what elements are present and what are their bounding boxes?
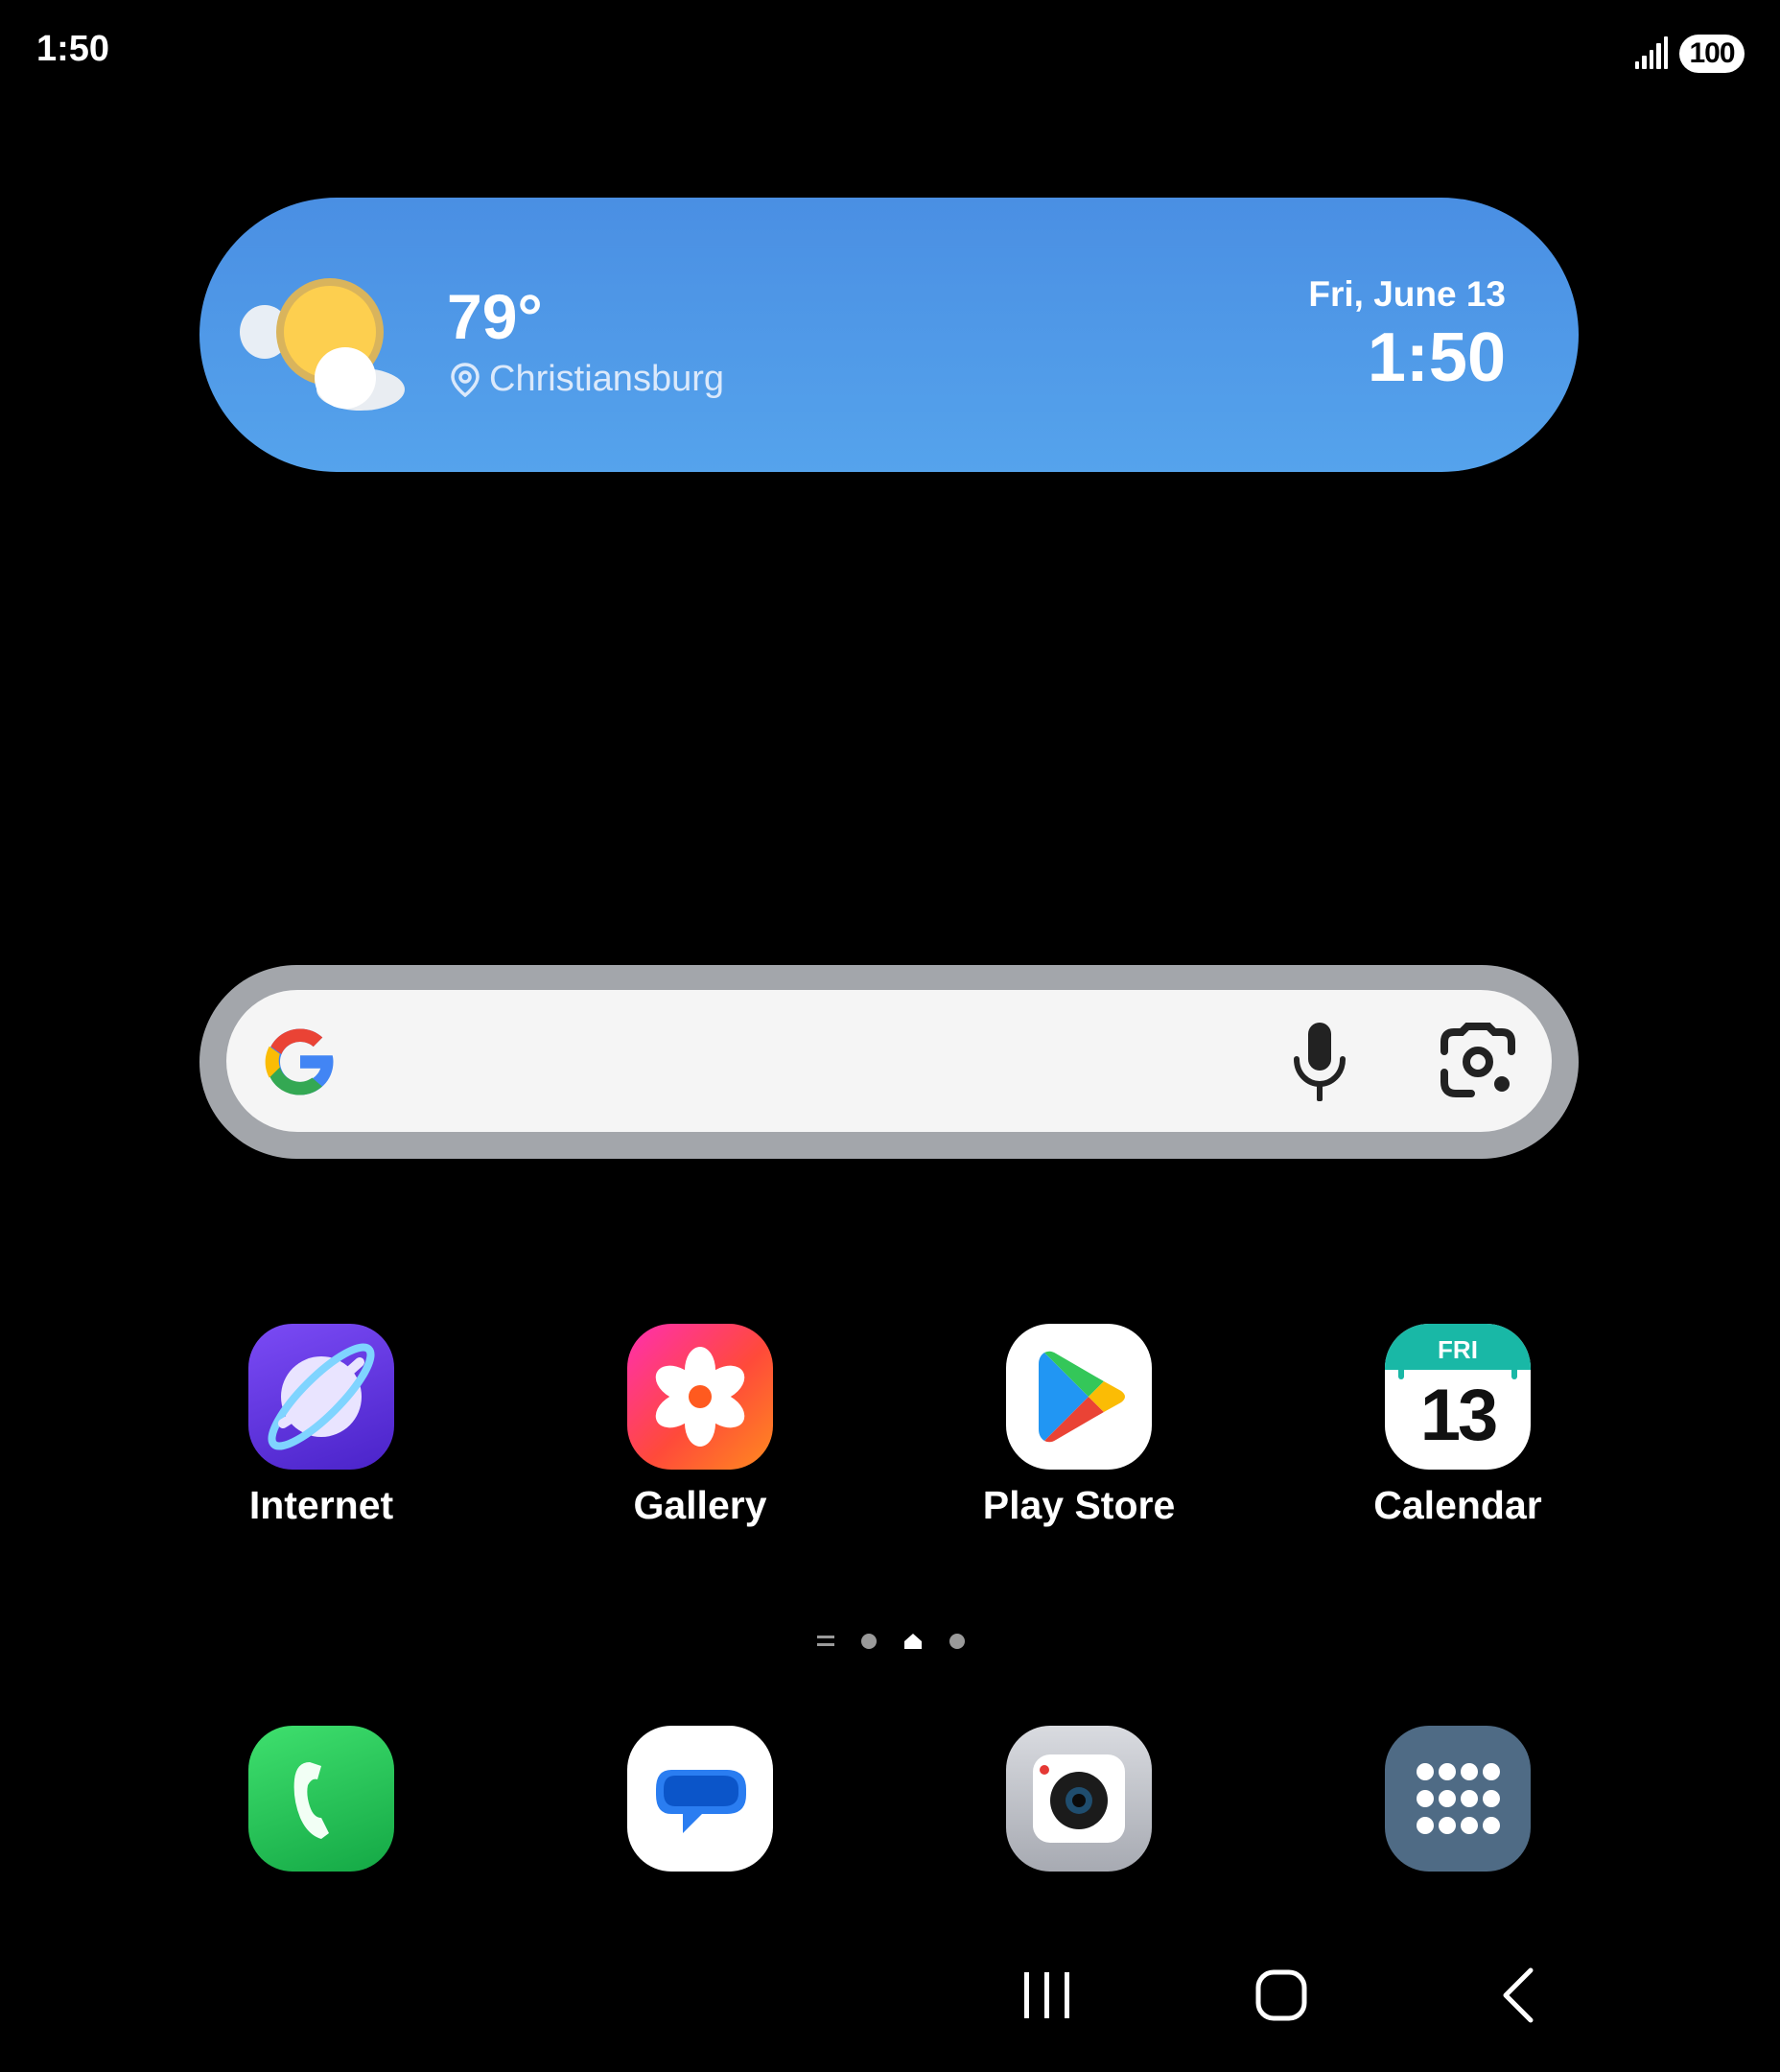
partly-sunny-icon — [240, 278, 405, 411]
app-play-store[interactable]: Play Store — [954, 1324, 1204, 1528]
app-label: Play Store — [982, 1483, 1176, 1527]
battery-level: 100 — [1679, 35, 1745, 73]
messages-icon[interactable] — [627, 1726, 773, 1872]
widget-date: Fri, June 13 — [1308, 274, 1506, 314]
page-indicator[interactable] — [817, 1633, 965, 1650]
app-label: Calendar — [1373, 1483, 1542, 1527]
menu-page-icon — [817, 1636, 834, 1646]
status-time: 1:50 — [36, 29, 110, 69]
weather-widget[interactable]: 79° Christiansburg Fri, June 13 1:50 — [199, 198, 1579, 472]
internet-icon — [248, 1324, 394, 1470]
app-calendar[interactable]: FRI 13 Calendar — [1333, 1324, 1582, 1528]
weather-location: Christiansburg — [451, 359, 724, 400]
location-label: Christiansburg — [489, 359, 724, 399]
signal-icon — [1635, 35, 1669, 69]
location-pin-icon — [451, 362, 480, 397]
mic-icon[interactable] — [1289, 1019, 1350, 1105]
app-label: Gallery — [633, 1483, 767, 1527]
app-label: Internet — [248, 1483, 394, 1527]
gallery-icon — [627, 1324, 773, 1470]
lens-icon[interactable] — [1439, 1023, 1517, 1101]
page-dot[interactable] — [949, 1634, 965, 1649]
recent-apps-icon[interactable] — [1020, 1970, 1072, 2020]
phone-icon[interactable] — [248, 1726, 394, 1872]
temperature: 79° — [447, 281, 543, 352]
app-internet[interactable]: Internet — [197, 1324, 446, 1528]
google-search-bar[interactable] — [226, 990, 1552, 1132]
widget-time: 1:50 — [1367, 319, 1506, 396]
app-gallery[interactable]: Gallery — [575, 1324, 825, 1528]
google-g-icon — [265, 1028, 336, 1095]
calendar-date: 13 — [1419, 1375, 1499, 1456]
home-icon[interactable] — [1254, 1968, 1308, 2022]
app-drawer-icon[interactable] — [1385, 1726, 1531, 1872]
camera-icon[interactable] — [1006, 1726, 1152, 1872]
calendar-day: FRI — [1438, 1335, 1478, 1364]
back-icon[interactable] — [1498, 1966, 1536, 2024]
page-dot[interactable] — [861, 1634, 877, 1649]
calendar-icon: FRI 13 — [1385, 1324, 1531, 1470]
home-page-icon[interactable] — [903, 1633, 923, 1650]
play-store-icon — [1006, 1324, 1152, 1470]
